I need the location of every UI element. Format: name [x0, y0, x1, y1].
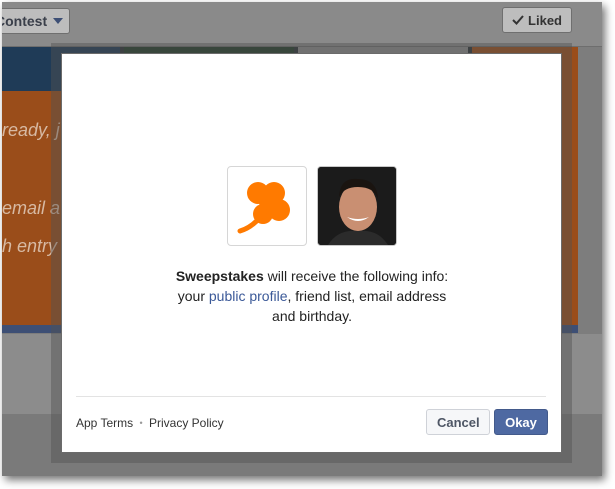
banner-text-line: h entry: [2, 236, 58, 256]
app-icon: [227, 166, 307, 246]
screenshot-frame: Contest Liked ready, j email a h entry: [2, 2, 602, 476]
permission-dialog: Sweepstakes will receive the following i…: [61, 53, 562, 453]
link-separator: •: [139, 418, 143, 428]
info-line-3: and birthday.: [272, 308, 352, 324]
banner-text-line: ready, j: [2, 120, 60, 140]
contest-label: Contest: [2, 13, 48, 29]
chevron-down-icon: [53, 18, 64, 24]
info-line-1: Sweepstakes will receive the following i…: [102, 266, 522, 286]
info-text: will receive the following info:: [263, 268, 449, 284]
privacy-policy-link[interactable]: Privacy Policy: [149, 416, 224, 430]
dialog-icons: [227, 166, 397, 246]
avatar: [318, 167, 396, 245]
page-top-bar: Contest Liked: [2, 2, 602, 47]
info-line-2: your public profile, friend list, email …: [102, 286, 522, 306]
public-profile-link[interactable]: public profile: [209, 288, 288, 304]
info-permissions: , friend list, email address: [287, 288, 447, 304]
user-profile-photo: [317, 166, 397, 246]
cancel-button[interactable]: Cancel: [426, 409, 490, 435]
footer-links: App Terms • Privacy Policy: [76, 416, 224, 430]
permission-info-text: Sweepstakes will receive the following i…: [102, 266, 522, 326]
footer-divider: [76, 396, 546, 397]
contest-dropdown[interactable]: Contest: [2, 8, 71, 34]
checkmark-icon: [512, 15, 524, 25]
app-name: Sweepstakes: [175, 268, 264, 284]
liked-label: Liked: [528, 12, 562, 28]
okay-button[interactable]: Okay: [494, 409, 548, 435]
info-prefix: your: [177, 288, 209, 304]
liked-button[interactable]: Liked: [502, 7, 572, 33]
clover-icon: [237, 182, 290, 234]
app-terms-link[interactable]: App Terms: [76, 416, 133, 430]
banner-text-line: email a: [2, 198, 61, 218]
